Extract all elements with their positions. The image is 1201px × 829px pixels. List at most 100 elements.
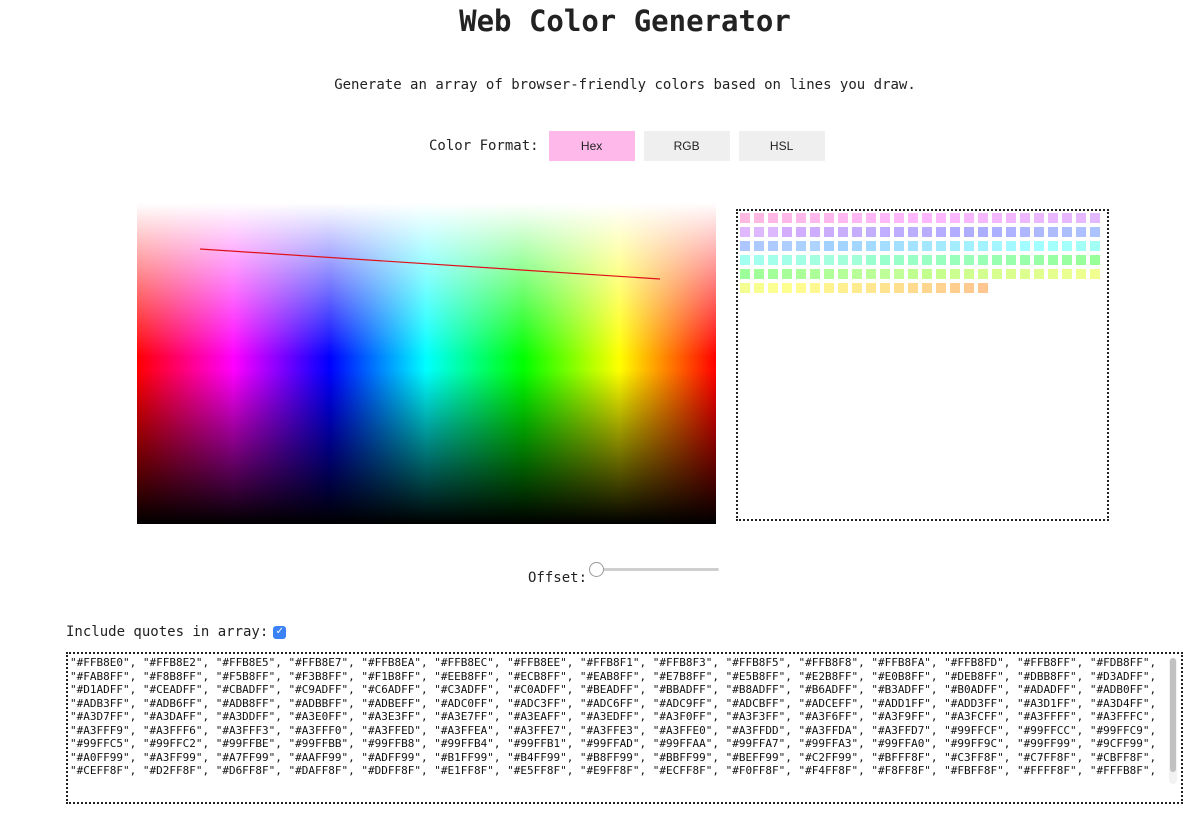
- color-swatch: [754, 213, 764, 223]
- hsl-format-button[interactable]: HSL: [738, 131, 825, 161]
- color-swatch: [852, 255, 862, 265]
- output-scrollbar[interactable]: [1169, 658, 1177, 784]
- color-array-text[interactable]: "#FFB8E0", "#FFB8E2", "#FFB8E5", "#FFB8E…: [70, 656, 1169, 792]
- color-swatch: [824, 269, 834, 279]
- color-swatch: [740, 241, 750, 251]
- color-swatch: [782, 255, 792, 265]
- color-array-output[interactable]: "#FFB8E0", "#FFB8E2", "#FFB8E5", "#FFB8E…: [66, 652, 1183, 804]
- color-swatch-grid: [736, 209, 1109, 521]
- drawn-line: [199, 248, 661, 280]
- color-swatch: [978, 241, 988, 251]
- color-swatch: [824, 241, 834, 251]
- color-swatch: [1076, 241, 1086, 251]
- color-swatch: [1048, 269, 1058, 279]
- color-swatch: [740, 269, 750, 279]
- color-swatch: [1048, 255, 1058, 265]
- color-swatch: [880, 213, 890, 223]
- color-swatch: [978, 269, 988, 279]
- drawn-line-overlay: [199, 248, 661, 280]
- color-swatch: [754, 283, 764, 293]
- include-quotes-checkbox[interactable]: ✓: [273, 625, 287, 639]
- color-swatch: [1034, 227, 1044, 237]
- color-swatch: [768, 283, 778, 293]
- color-swatch: [1090, 255, 1100, 265]
- color-swatch: [796, 227, 806, 237]
- color-swatch: [1048, 227, 1058, 237]
- color-swatch: [936, 255, 946, 265]
- color-swatch: [1020, 227, 1030, 237]
- color-swatch: [950, 283, 960, 293]
- color-swatch: [894, 255, 904, 265]
- color-swatch: [922, 213, 932, 223]
- color-swatch: [852, 241, 862, 251]
- color-swatch: [922, 255, 932, 265]
- color-swatch: [1062, 241, 1072, 251]
- color-swatch: [950, 269, 960, 279]
- color-swatch: [838, 227, 848, 237]
- color-swatch: [740, 227, 750, 237]
- page-subtitle: Generate an array of browser-friendly co…: [334, 77, 916, 93]
- color-swatch: [964, 241, 974, 251]
- color-swatch: [908, 269, 918, 279]
- color-swatch: [950, 255, 960, 265]
- color-swatch: [824, 255, 834, 265]
- color-swatch: [922, 283, 932, 293]
- color-swatch: [1006, 227, 1016, 237]
- color-swatch: [950, 213, 960, 223]
- color-swatch: [740, 213, 750, 223]
- color-swatch: [768, 255, 778, 265]
- color-swatch: [1048, 213, 1058, 223]
- color-swatch: [852, 227, 862, 237]
- hex-format-button[interactable]: Hex: [548, 131, 635, 161]
- color-swatch: [740, 283, 750, 293]
- color-swatch: [922, 227, 932, 237]
- color-swatch: [782, 269, 792, 279]
- color-swatch: [1062, 269, 1072, 279]
- color-swatch: [908, 213, 918, 223]
- color-swatch: [992, 255, 1002, 265]
- color-swatch: [796, 241, 806, 251]
- color-swatch: [866, 255, 876, 265]
- color-swatch: [936, 283, 946, 293]
- color-swatch: [852, 213, 862, 223]
- color-swatch: [1062, 213, 1072, 223]
- offset-slider-thumb[interactable]: [589, 562, 604, 577]
- color-swatch: [1076, 269, 1086, 279]
- color-swatch: [1006, 213, 1016, 223]
- include-quotes-control: Include quotes in array: ✓: [66, 624, 287, 640]
- color-swatch: [992, 227, 1002, 237]
- color-swatch: [950, 241, 960, 251]
- color-swatch: [1034, 269, 1044, 279]
- rgb-format-button[interactable]: RGB: [643, 131, 730, 161]
- color-swatch: [866, 241, 876, 251]
- color-swatch: [866, 269, 876, 279]
- color-swatch: [796, 269, 806, 279]
- color-swatch: [1034, 213, 1044, 223]
- color-swatch: [880, 227, 890, 237]
- color-swatch: [992, 213, 1002, 223]
- color-swatch: [852, 269, 862, 279]
- color-swatch: [936, 269, 946, 279]
- color-swatch: [810, 241, 820, 251]
- color-swatch: [1020, 213, 1030, 223]
- color-swatch: [782, 227, 792, 237]
- color-swatch: [978, 255, 988, 265]
- color-swatch: [908, 241, 918, 251]
- color-swatch: [964, 227, 974, 237]
- color-swatch: [866, 213, 876, 223]
- color-swatch: [754, 255, 764, 265]
- color-picker-canvas[interactable]: [137, 203, 716, 524]
- color-swatch: [810, 255, 820, 265]
- color-swatch: [796, 213, 806, 223]
- color-swatch: [964, 255, 974, 265]
- color-swatch: [740, 255, 750, 265]
- output-scrollbar-thumb[interactable]: [1170, 658, 1176, 772]
- color-swatch: [936, 227, 946, 237]
- offset-slider-track[interactable]: [595, 568, 719, 571]
- color-swatch: [950, 227, 960, 237]
- color-swatch: [866, 227, 876, 237]
- color-swatch: [908, 255, 918, 265]
- color-swatch: [894, 227, 904, 237]
- color-swatch: [922, 241, 932, 251]
- color-swatch: [894, 283, 904, 293]
